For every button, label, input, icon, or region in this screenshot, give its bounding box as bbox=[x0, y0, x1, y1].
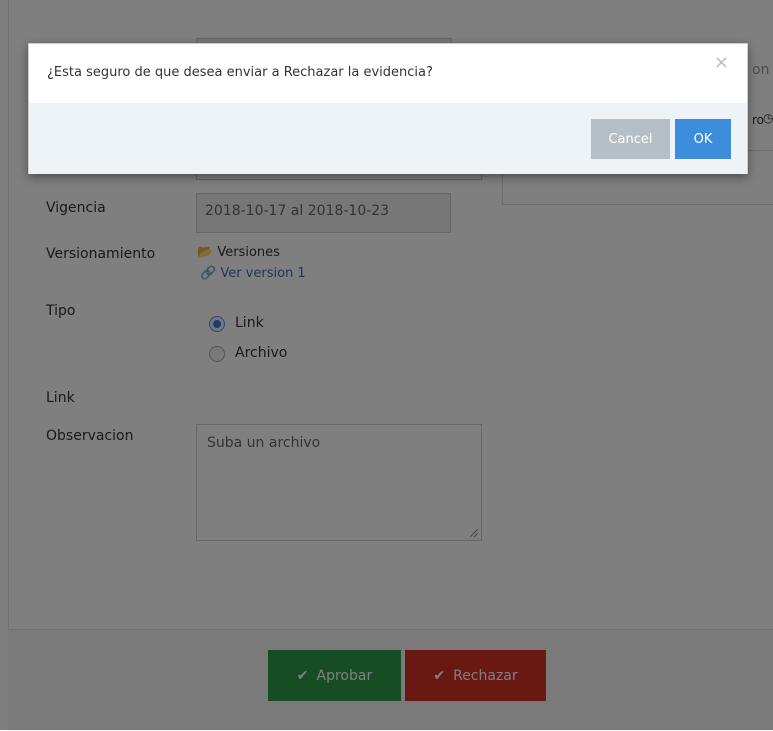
dialog-footer: Cancel OK bbox=[29, 103, 747, 174]
cancel-button[interactable]: Cancel bbox=[591, 119, 670, 159]
ok-button[interactable]: OK bbox=[675, 119, 731, 159]
confirm-dialog: ¿Esta seguro de que desea enviar a Recha… bbox=[28, 43, 748, 174]
close-icon[interactable]: × bbox=[714, 54, 729, 72]
dialog-header: ¿Esta seguro de que desea enviar a Recha… bbox=[29, 44, 747, 104]
dialog-message: ¿Esta seguro de que desea enviar a Recha… bbox=[47, 65, 433, 80]
